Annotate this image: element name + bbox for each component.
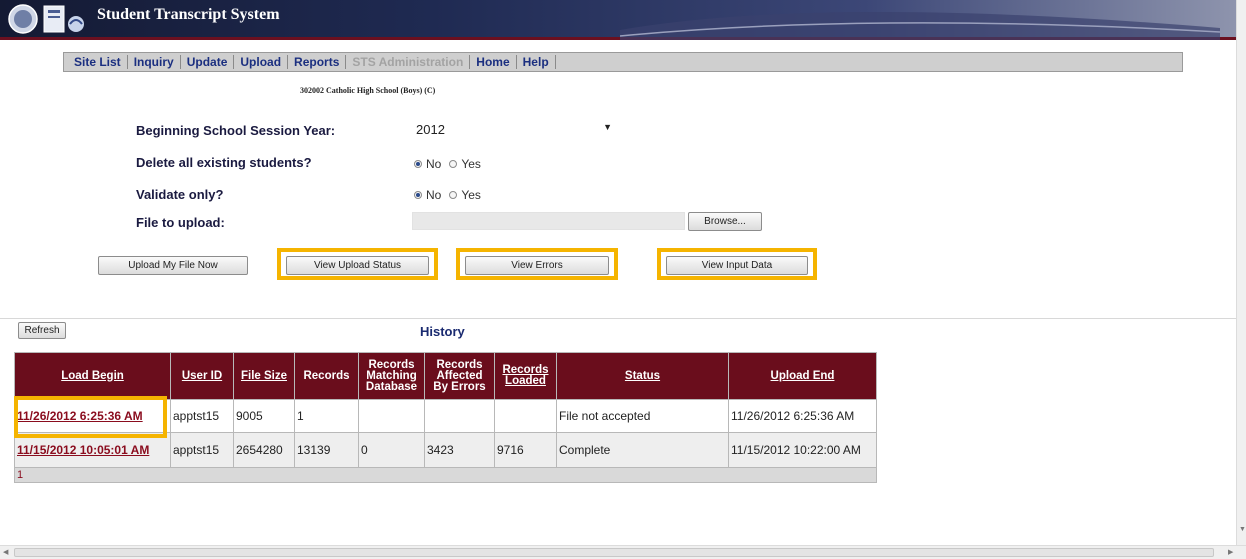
app-title: Student Transcript System	[97, 6, 280, 23]
view-upload-status-button[interactable]: View Upload Status	[286, 256, 429, 275]
nav-reports[interactable]: Reports	[288, 55, 347, 69]
refresh-button[interactable]: Refresh	[18, 322, 66, 339]
dropdown-arrow-icon: ▼	[603, 122, 612, 132]
history-title: History	[420, 324, 465, 339]
col-user-id[interactable]: User ID	[170, 352, 234, 400]
nav-home[interactable]: Home	[470, 55, 517, 69]
col-status[interactable]: Status	[556, 352, 729, 400]
records-loaded-cell: 9716	[494, 432, 557, 468]
vertical-scrollbar[interactable]: ▼	[1236, 0, 1246, 545]
scroll-down-icon[interactable]: ▼	[1239, 526, 1246, 533]
records-affected-cell: 3423	[424, 432, 495, 468]
upload-file-now-button[interactable]: Upload My File Now	[98, 256, 248, 275]
col-records-affected: Records Affected By Errors	[424, 352, 495, 400]
delete-yes-label: Yes	[461, 157, 481, 171]
nav-inquiry[interactable]: Inquiry	[128, 55, 181, 69]
validate-yes-radio[interactable]	[449, 191, 458, 199]
section-divider	[0, 318, 1246, 319]
nav-upload[interactable]: Upload	[234, 55, 289, 69]
file-size-cell: 2654280	[233, 432, 295, 468]
col-upload-end[interactable]: Upload End	[728, 352, 877, 400]
view-errors-button[interactable]: View Errors	[465, 256, 609, 275]
scrollbar-thumb[interactable]	[14, 548, 1214, 557]
records-matching-cell	[358, 399, 425, 433]
validate-no-label: No	[426, 188, 442, 202]
seal-logo-icon	[8, 4, 84, 34]
scroll-right-icon[interactable]: ▶	[1228, 548, 1233, 556]
delete-no-label: No	[426, 157, 442, 171]
validate-yes-label: Yes	[461, 188, 481, 202]
file-path-input[interactable]	[412, 212, 685, 230]
session-year-value: 2012	[416, 122, 445, 137]
col-file-size[interactable]: File Size	[233, 352, 295, 400]
nav-help[interactable]: Help	[517, 55, 556, 69]
app-header: Student Transcript System	[0, 0, 1236, 40]
nav-sts-administration: STS Administration	[346, 55, 471, 69]
browse-button[interactable]: Browse...	[688, 212, 762, 231]
delete-yes-radio[interactable]	[449, 160, 458, 168]
nav-update[interactable]: Update	[181, 55, 235, 69]
file-upload-label: File to upload:	[136, 215, 225, 230]
status-cell: Complete	[556, 432, 729, 468]
horizontal-scrollbar[interactable]: ◀ ▶	[0, 545, 1246, 559]
table-header-row: Load Begin User ID File Size Records Rec…	[14, 352, 877, 400]
records-affected-cell	[424, 399, 495, 433]
col-records-loaded-line-2: Loaded	[505, 375, 546, 387]
col-records-affected-line-3: By Errors	[433, 380, 486, 393]
col-load-begin[interactable]: Load Begin	[14, 352, 171, 400]
user-id-cell: apptst15	[170, 399, 234, 433]
col-records: Records	[294, 352, 359, 400]
validate-only-radio-group: No Yes	[414, 188, 481, 202]
records-cell: 13139	[294, 432, 359, 468]
file-size-cell: 9005	[233, 399, 295, 433]
upload-end-cell: 11/15/2012 10:22:00 AM	[728, 432, 877, 468]
user-id-cell: apptst15	[170, 432, 234, 468]
status-cell: File not accepted	[556, 399, 729, 433]
nav-site-list[interactable]: Site List	[68, 55, 128, 69]
school-name: 302002 Catholic High School (Boys) (C)	[300, 86, 436, 95]
highlight-box	[14, 396, 167, 438]
session-year-label: Beginning School Session Year:	[136, 123, 336, 138]
col-records-loaded[interactable]: Records Loaded	[494, 352, 557, 400]
records-cell: 1	[294, 399, 359, 433]
session-year-select[interactable]: 2012 ▼	[412, 120, 618, 140]
col-records-matching-line-3: Database	[365, 380, 418, 393]
col-records-matching: Records Matching Database	[358, 352, 425, 400]
page-number-link[interactable]: 1	[14, 467, 877, 483]
upload-end-cell: 11/26/2012 6:25:36 AM	[728, 399, 877, 433]
delete-students-label: Delete all existing students?	[136, 155, 312, 170]
main-nav: Site List Inquiry Update Upload Reports …	[63, 52, 1183, 72]
records-loaded-cell	[494, 399, 557, 433]
header-swoosh-decoration	[620, 11, 1220, 40]
validate-only-label: Validate only?	[136, 187, 224, 202]
pager-row: 1	[14, 467, 877, 483]
validate-no-radio[interactable]	[414, 191, 422, 199]
scroll-left-icon[interactable]: ◀	[3, 548, 8, 556]
records-matching-cell: 0	[358, 432, 425, 468]
view-input-data-button[interactable]: View Input Data	[666, 256, 808, 275]
delete-no-radio[interactable]	[414, 160, 422, 168]
delete-students-radio-group: No Yes	[414, 157, 481, 171]
